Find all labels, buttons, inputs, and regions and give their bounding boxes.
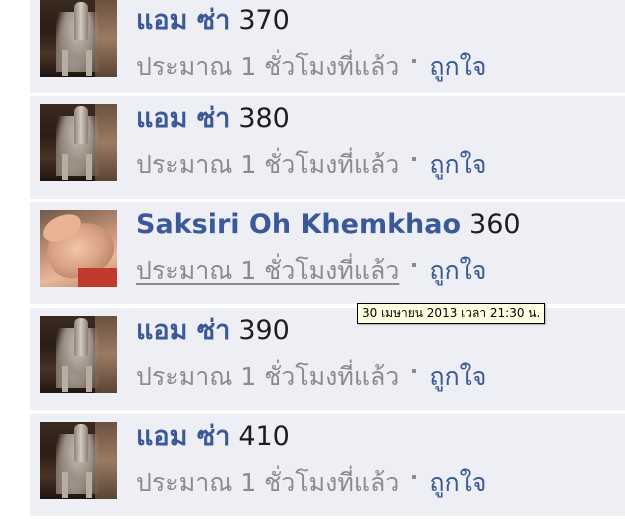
- comment-text: 370: [238, 5, 290, 36]
- horse-statue-avatar[interactable]: [40, 316, 117, 393]
- comment-author-link[interactable]: Saksiri Oh Khemkhao: [136, 209, 461, 240]
- like-link[interactable]: ถูกใจ: [429, 256, 486, 285]
- comment-text: 380: [238, 103, 290, 134]
- comment-author-link[interactable]: แอม ซ่า: [136, 5, 230, 36]
- comment-list: แอม ซ่า 370 ประมาณ 1 ชั่วโมงที่แล้ว ถูกใจ …: [30, 0, 625, 522]
- comment-item: Saksiri Oh Khemkhao 360 ประมาณ 1 ชั่วโมงท…: [30, 202, 625, 306]
- horse-statue-avatar[interactable]: [40, 0, 117, 77]
- comment-author-link[interactable]: แอม ซ่า: [136, 421, 230, 452]
- comment-timestamp-link[interactable]: ประมาณ 1 ชั่วโมงที่แล้ว: [136, 52, 399, 81]
- comment-text: 360: [469, 209, 521, 240]
- like-link[interactable]: ถูกใจ: [429, 52, 486, 81]
- like-link[interactable]: ถูกใจ: [429, 362, 486, 391]
- person-photo-avatar[interactable]: [40, 210, 117, 287]
- comment-timestamp-link[interactable]: ประมาณ 1 ชั่วโมงที่แล้ว: [136, 362, 399, 391]
- comment-author-link[interactable]: แอม ซ่า: [136, 315, 230, 346]
- separator-dot: [412, 369, 417, 373]
- comment-item: แอม ซ่า 370 ประมาณ 1 ชั่วโมงที่แล้ว ถูกใจ: [30, 0, 625, 95]
- separator-dot: [412, 157, 417, 161]
- horse-statue-avatar[interactable]: [40, 104, 117, 181]
- separator-dot: [412, 475, 417, 479]
- comment-text: 390: [238, 315, 290, 346]
- comment-item: แอม ซ่า 380 ประมาณ 1 ชั่วโมงที่แล้ว ถูกใจ: [30, 96, 625, 201]
- comment-author-link[interactable]: แอม ซ่า: [136, 103, 230, 134]
- comment-timestamp-link[interactable]: ประมาณ 1 ชั่วโมงที่แล้ว: [136, 256, 399, 285]
- separator-dot: [412, 59, 417, 63]
- comment-text: 410: [238, 421, 290, 452]
- like-link[interactable]: ถูกใจ: [429, 468, 486, 497]
- comment-item: แอม ซ่า 410 ประมาณ 1 ชั่วโมงที่แล้ว ถูกใจ: [30, 414, 625, 518]
- comment-timestamp-link[interactable]: ประมาณ 1 ชั่วโมงที่แล้ว: [136, 150, 399, 179]
- separator-dot: [412, 263, 417, 267]
- comment-timestamp-link[interactable]: ประมาณ 1 ชั่วโมงที่แล้ว: [136, 468, 399, 497]
- timestamp-tooltip: 30 เมษายน 2013 เวลา 21:30 น.: [357, 303, 546, 324]
- like-link[interactable]: ถูกใจ: [429, 150, 486, 179]
- horse-statue-avatar[interactable]: [40, 422, 117, 499]
